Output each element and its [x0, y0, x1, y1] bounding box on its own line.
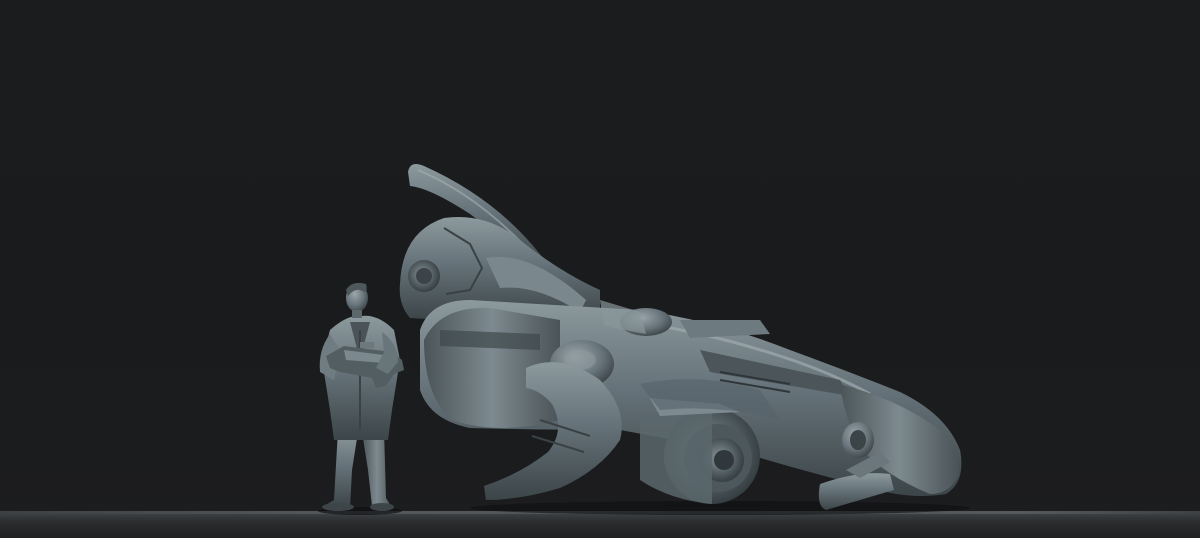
- model-render: [318, 164, 970, 515]
- human-figure: [318, 282, 404, 515]
- spaceship: [399, 164, 970, 515]
- render-viewport: [0, 0, 1200, 538]
